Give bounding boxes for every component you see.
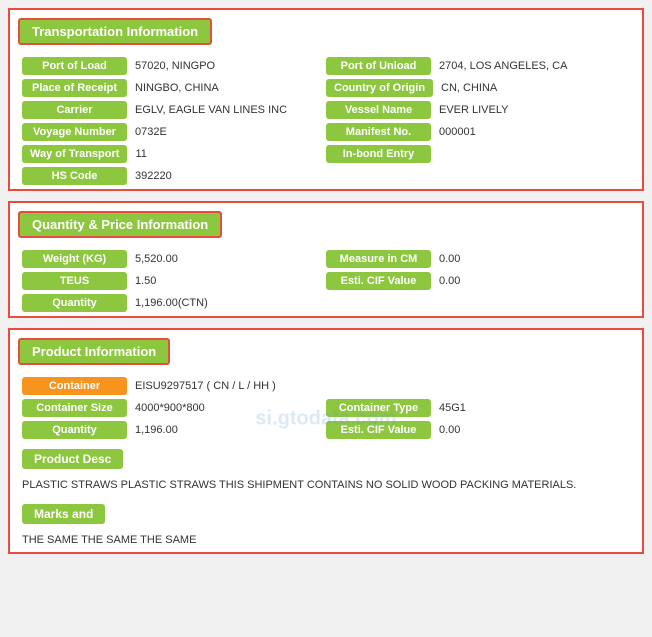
label-country-of-origin: Country of Origin [326, 79, 433, 97]
row-weight: Weight (KG) 5,520.00 Measure in CM 0.00 [22, 250, 630, 268]
label-hs-code: HS Code [22, 167, 127, 185]
label-manifest-no: Manifest No. [326, 123, 431, 141]
label-vessel-name: Vessel Name [326, 101, 431, 119]
value-measure: 0.00 [439, 253, 630, 265]
row-quantity-prod: Quantity 1,196.00 Esti. CIF Value 0.00 [22, 421, 630, 439]
value-port-of-unload: 2704, LOS ANGELES, CA [439, 60, 630, 72]
value-quantity-prod: 1,196.00 [135, 424, 326, 436]
label-quantity-prod: Quantity [22, 421, 127, 439]
label-esti-cif-qty: Esti. CIF Value [326, 272, 431, 290]
row-container: Container EISU9297517 ( CN / L / HH ) [22, 377, 630, 395]
row-voyage: Voyage Number 0732E Manifest No. 000001 [22, 123, 630, 141]
value-port-of-load: 57020, NINGPO [135, 60, 326, 72]
product-section: Product Information Container EISU929751… [8, 328, 644, 554]
product-desc-label: Product Desc [22, 449, 123, 469]
label-measure: Measure in CM [326, 250, 431, 268]
field-vessel-name: Vessel Name EVER LIVELY [326, 101, 630, 119]
product-content: Container EISU9297517 ( CN / L / HH ) Co… [10, 377, 642, 548]
value-container-type: 45G1 [439, 402, 630, 414]
value-weight: 5,520.00 [135, 253, 326, 265]
value-country-of-origin: CN, CHINA [441, 82, 630, 94]
row-carrier: Carrier EGLV, EAGLE VAN LINES INC Vessel… [22, 101, 630, 119]
label-quantity-qty: Quantity [22, 294, 127, 312]
transportation-section: Transportation Information Port of Load … [8, 8, 644, 191]
marks-text: THE SAME THE SAME THE SAME [22, 532, 630, 549]
label-container: Container [22, 377, 127, 395]
field-esti-cif-qty: Esti. CIF Value 0.00 [326, 272, 630, 290]
value-container: EISU9297517 ( CN / L / HH ) [135, 380, 630, 392]
field-esti-cif-prod: Esti. CIF Value 0.00 [326, 421, 630, 439]
label-port-of-unload: Port of Unload [326, 57, 431, 75]
field-measure: Measure in CM 0.00 [326, 250, 630, 268]
field-way-of-transport: Way of Transport 11 [22, 145, 326, 163]
quantity-content: Weight (KG) 5,520.00 Measure in CM 0.00 … [10, 250, 642, 312]
label-in-bond-entry: In-bond Entry [326, 145, 431, 163]
value-esti-cif-qty: 0.00 [439, 275, 630, 287]
value-vessel-name: EVER LIVELY [439, 104, 630, 116]
quantity-header: Quantity & Price Information [18, 211, 222, 238]
row-port: Port of Load 57020, NINGPO Port of Unloa… [22, 57, 630, 75]
field-teus: TEUS 1.50 [22, 272, 326, 290]
value-hs-code: 392220 [135, 170, 326, 182]
field-container: Container EISU9297517 ( CN / L / HH ) [22, 377, 630, 395]
row-quantity-qty: Quantity 1,196.00(CTN) [22, 294, 630, 312]
field-carrier: Carrier EGLV, EAGLE VAN LINES INC [22, 101, 326, 119]
label-place-of-receipt: Place of Receipt [22, 79, 127, 97]
label-weight: Weight (KG) [22, 250, 127, 268]
field-quantity-qty: Quantity 1,196.00(CTN) [22, 294, 326, 312]
label-port-of-load: Port of Load [22, 57, 127, 75]
label-teus: TEUS [22, 272, 127, 290]
label-esti-cif-prod: Esti. CIF Value [326, 421, 431, 439]
row-container-size: Container Size 4000*900*800 Container Ty… [22, 399, 630, 417]
field-quantity-prod: Quantity 1,196.00 [22, 421, 326, 439]
field-place-of-receipt: Place of Receipt NINGBO, CHINA [22, 79, 326, 97]
marks-label: Marks and [22, 504, 105, 524]
value-manifest-no: 000001 [439, 126, 630, 138]
field-port-of-load: Port of Load 57020, NINGPO [22, 57, 326, 75]
value-container-size: 4000*900*800 [135, 402, 326, 414]
field-hs-code: HS Code 392220 [22, 167, 326, 185]
product-desc-text: PLASTIC STRAWS PLASTIC STRAWS THIS SHIPM… [22, 477, 630, 494]
value-voyage-number: 0732E [135, 126, 326, 138]
value-carrier: EGLV, EAGLE VAN LINES INC [135, 104, 326, 116]
value-esti-cif-prod: 0.00 [439, 424, 630, 436]
label-carrier: Carrier [22, 101, 127, 119]
field-port-of-unload: Port of Unload 2704, LOS ANGELES, CA [326, 57, 630, 75]
field-container-size: Container Size 4000*900*800 [22, 399, 326, 417]
label-container-size: Container Size [22, 399, 127, 417]
field-manifest-no: Manifest No. 000001 [326, 123, 630, 141]
product-header: Product Information [18, 338, 170, 365]
field-country-of-origin: Country of Origin CN, CHINA [326, 79, 630, 97]
row-teus: TEUS 1.50 Esti. CIF Value 0.00 [22, 272, 630, 290]
value-way-of-transport: 11 [135, 148, 326, 160]
row-receipt: Place of Receipt NINGBO, CHINA Country o… [22, 79, 630, 97]
transportation-content: Port of Load 57020, NINGPO Port of Unloa… [10, 57, 642, 185]
transportation-header: Transportation Information [18, 18, 212, 45]
field-weight: Weight (KG) 5,520.00 [22, 250, 326, 268]
value-place-of-receipt: NINGBO, CHINA [135, 82, 326, 94]
value-teus: 1.50 [135, 275, 326, 287]
marks-block: Marks and THE SAME THE SAME THE SAME [14, 498, 638, 549]
row-transport: Way of Transport 11 In-bond Entry [22, 145, 630, 163]
label-voyage-number: Voyage Number [22, 123, 127, 141]
row-hs-code: HS Code 392220 [22, 167, 630, 185]
product-desc-block: Product Desc PLASTIC STRAWS PLASTIC STRA… [14, 443, 638, 494]
field-voyage-number: Voyage Number 0732E [22, 123, 326, 141]
value-quantity-qty: 1,196.00(CTN) [135, 297, 326, 309]
quantity-section: Quantity & Price Information Weight (KG)… [8, 201, 644, 318]
field-container-type: Container Type 45G1 [326, 399, 630, 417]
field-in-bond-entry: In-bond Entry [326, 145, 630, 163]
label-way-of-transport: Way of Transport [22, 145, 127, 163]
label-container-type: Container Type [326, 399, 431, 417]
